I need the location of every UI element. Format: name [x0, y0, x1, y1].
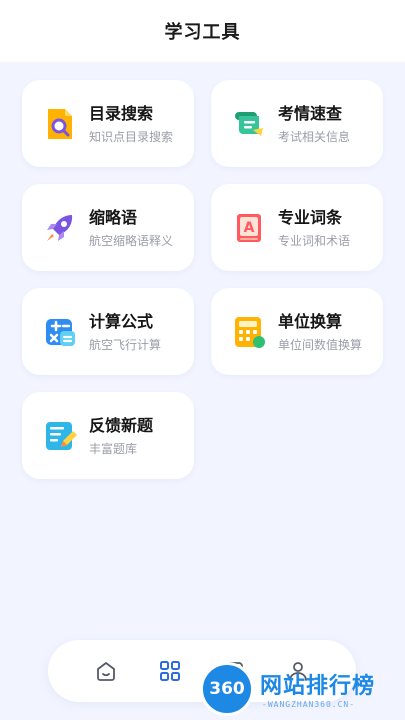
tool-card-feedback[interactable]: 反馈新题 丰富题库 — [22, 392, 194, 479]
tool-desc: 知识点目录搜索 — [89, 130, 174, 144]
tool-name: 反馈新题 — [89, 416, 154, 435]
grid-icon[interactable] — [158, 659, 182, 683]
tool-name: 考情速查 — [278, 104, 343, 123]
tool-desc: 丰富题库 — [89, 442, 138, 456]
watermark-badge: 360 — [200, 662, 254, 716]
tool-desc: 考试相关信息 — [278, 130, 351, 144]
tool-name: 缩略语 — [89, 208, 138, 227]
notepad-pencil-icon — [46, 422, 77, 450]
tools-grid: 目录搜索 知识点目录搜索 考情速查 考试相关信息 缩略语 航空缩略语释义 A 专… — [22, 80, 383, 479]
app-header: 学习工具 — [0, 0, 405, 62]
scroll-icon — [235, 112, 263, 136]
tool-card-catalog-search[interactable]: 目录搜索 知识点目录搜索 — [22, 80, 194, 167]
math-symbols-icon — [46, 319, 75, 346]
rocket-icon — [47, 215, 73, 241]
watermark-subtitle: -WANGZHAN360.CN- — [262, 700, 356, 709]
tool-card-terms[interactable]: A 专业词条 专业词和术语 — [211, 184, 383, 271]
tool-card-formulas[interactable]: 计算公式 航空飞行计算 — [22, 288, 194, 375]
tool-desc: 专业词和术语 — [278, 234, 351, 248]
calculator-icon — [235, 317, 265, 348]
tool-card-exam-info[interactable]: 考情速查 考试相关信息 — [211, 80, 383, 167]
tool-name: 目录搜索 — [89, 104, 154, 123]
tool-name: 计算公式 — [89, 312, 154, 331]
tool-card-abbreviations[interactable]: 缩略语 航空缩略语释义 — [22, 184, 194, 271]
tool-desc: 单位间数值换算 — [278, 338, 363, 352]
page-title: 学习工具 — [164, 22, 241, 43]
watermark-title: 网站排行榜 — [260, 674, 376, 699]
tool-desc: 航空缩略语释义 — [89, 234, 174, 248]
tool-name: 单位换算 — [278, 312, 343, 331]
tool-name: 专业词条 — [278, 208, 343, 227]
svg-text:A: A — [244, 220, 255, 236]
home-icon[interactable] — [94, 659, 118, 683]
tool-desc: 航空飞行计算 — [89, 338, 162, 352]
tool-card-unit-conversion[interactable]: 单位换算 单位间数值换算 — [211, 288, 383, 375]
letter-a-book-icon: A — [237, 214, 261, 242]
search-document-icon — [48, 109, 72, 139]
